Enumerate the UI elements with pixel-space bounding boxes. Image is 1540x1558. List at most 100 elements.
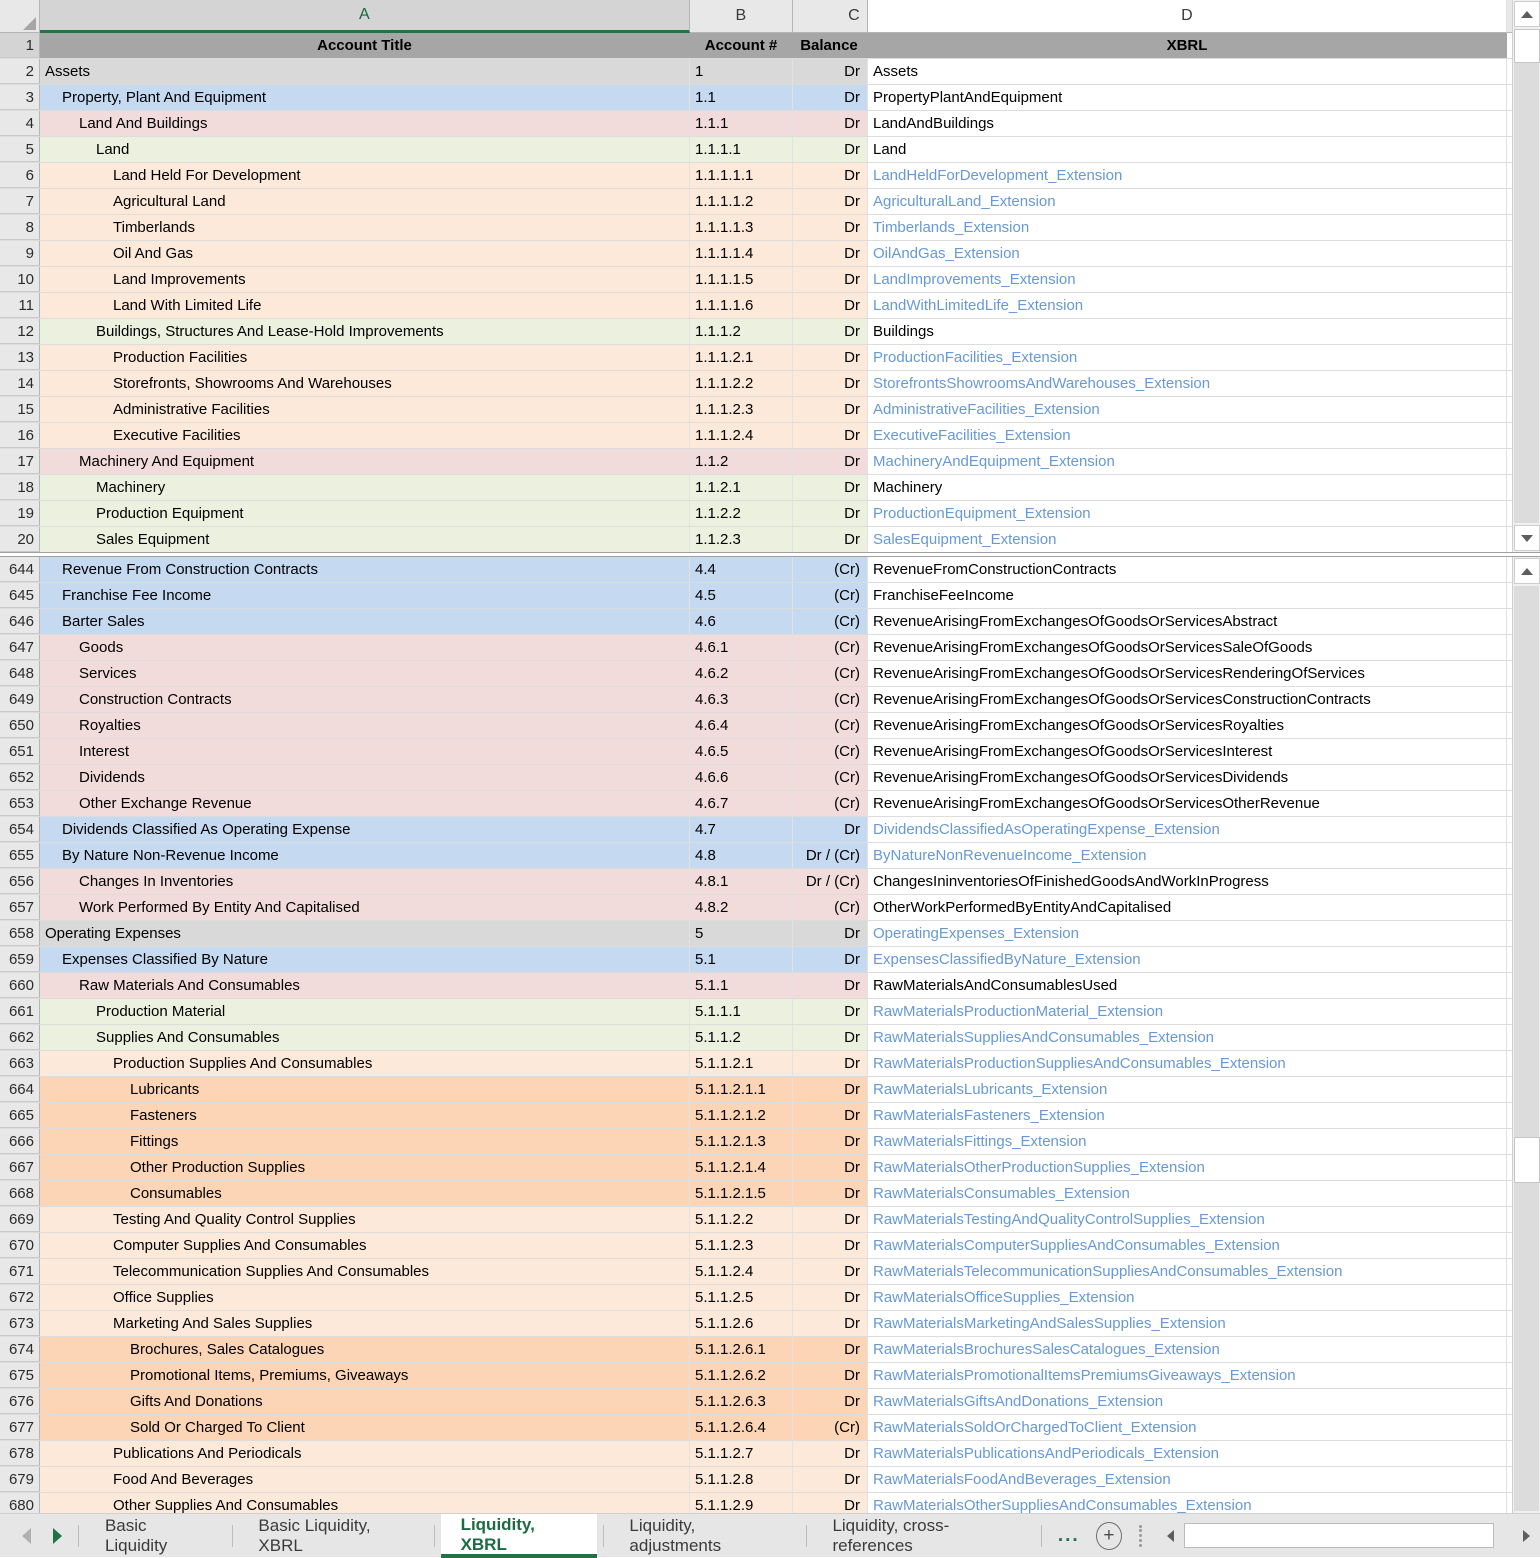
table-row[interactable]: 647 Goods 4.6.1 (Cr) RevenueArisingFromExcha… bbox=[0, 635, 1540, 661]
row-header[interactable]: 676 bbox=[0, 1389, 40, 1414]
cell-account-title[interactable]: Interest bbox=[40, 739, 690, 764]
cell-account-title[interactable]: Land Improvements bbox=[40, 267, 690, 292]
cell-account-title[interactable]: Assets bbox=[40, 59, 690, 84]
cell-account-number[interactable]: 1.1.2.1 bbox=[690, 475, 793, 500]
cell-account-title[interactable]: Production Material bbox=[40, 999, 690, 1024]
row-header[interactable]: 11 bbox=[0, 293, 40, 318]
row-header[interactable]: 661 bbox=[0, 999, 40, 1024]
table-row[interactable]: 673 Marketing And Sales Supplies 5.1.1.2.6… bbox=[0, 1311, 1540, 1337]
table-row[interactable]: 677 Sold Or Charged To Client 5.1.1.2.6.4(… bbox=[0, 1415, 1540, 1441]
cell-xbrl[interactable]: ProductionFacilities_Extension bbox=[868, 345, 1507, 370]
cell-balance[interactable]: Dr bbox=[793, 1389, 868, 1414]
cell-account-title[interactable]: Oil And Gas bbox=[40, 241, 690, 266]
cell-balance[interactable]: Dr bbox=[793, 189, 868, 214]
cell-balance[interactable]: Dr bbox=[793, 921, 868, 946]
cell-account-number[interactable]: 5.1.1.2.6.3 bbox=[690, 1389, 793, 1414]
cell-balance[interactable]: Dr bbox=[793, 973, 868, 998]
scroll-up-button-top[interactable] bbox=[1514, 1, 1540, 27]
cell-account-number[interactable]: 4.6.3 bbox=[690, 687, 793, 712]
cell-xbrl[interactable]: RawMaterialsFoodAndBeverages_Extension bbox=[868, 1467, 1507, 1492]
scroll-track-bottom[interactable] bbox=[1514, 586, 1539, 1511]
cell-balance[interactable]: Dr bbox=[793, 449, 868, 474]
cell-balance[interactable]: Dr bbox=[793, 319, 868, 344]
row-header[interactable]: 671 bbox=[0, 1259, 40, 1284]
row-header[interactable]: 7 bbox=[0, 189, 40, 214]
cell-account-title[interactable]: Executive Facilities bbox=[40, 423, 690, 448]
cell-account-title[interactable]: Dividends bbox=[40, 765, 690, 790]
cell-account-title[interactable]: Expenses Classified By Nature bbox=[40, 947, 690, 972]
cell-xbrl[interactable]: RevenueArisingFromExchangesOfGoodsOrServ… bbox=[868, 739, 1507, 764]
cell-balance[interactable]: (Cr) bbox=[793, 557, 868, 582]
cell-account-title[interactable]: Telecommunication Supplies And Consumabl… bbox=[40, 1259, 690, 1284]
cell-balance[interactable]: Dr bbox=[793, 1311, 868, 1336]
cell-account-number[interactable]: 4.6.5 bbox=[690, 739, 793, 764]
row-header[interactable]: 656 bbox=[0, 869, 40, 894]
cell-xbrl[interactable]: RawMaterialsGiftsAndDonations_Extension bbox=[868, 1389, 1507, 1414]
row-header[interactable]: 16 bbox=[0, 423, 40, 448]
cell-xbrl[interactable]: LandImprovements_Extension bbox=[868, 267, 1507, 292]
table-row[interactable]: 644 Revenue From Construction Contracts 4.… bbox=[0, 557, 1540, 583]
table-row[interactable]: 4 Land And Buildings 1.1.1 Dr LandAndBuildin… bbox=[0, 111, 1540, 137]
table-row[interactable]: 12 Buildings, Structures And Lease-Hold I… bbox=[0, 319, 1540, 345]
cell-balance[interactable]: Dr bbox=[793, 293, 868, 318]
cell-xbrl[interactable]: ExecutiveFacilities_Extension bbox=[868, 423, 1507, 448]
table-row[interactable]: 672 Office Supplies 5.1.1.2.5 Dr RawMaterial… bbox=[0, 1285, 1540, 1311]
row-header[interactable]: 655 bbox=[0, 843, 40, 868]
sheet-tab-liquidity-adjustments[interactable]: Liquidity, adjustments bbox=[609, 1514, 799, 1558]
horizontal-scroll-thumb[interactable] bbox=[1183, 1523, 1494, 1548]
scroll-left-button[interactable] bbox=[1157, 1522, 1184, 1549]
row-header[interactable]: 662 bbox=[0, 1025, 40, 1050]
cell-account-title[interactable]: Machinery bbox=[40, 475, 690, 500]
table-row[interactable]: 669 Testing And Quality Control Supplies 5… bbox=[0, 1207, 1540, 1233]
cell-xbrl[interactable]: Machinery bbox=[868, 475, 1507, 500]
cell-balance[interactable]: Dr bbox=[793, 475, 868, 500]
cell-balance[interactable]: Dr / (Cr) bbox=[793, 869, 868, 894]
column-header-a[interactable]: A bbox=[40, 0, 690, 33]
select-all-corner[interactable] bbox=[0, 0, 40, 33]
cell-balance[interactable]: Dr bbox=[793, 501, 868, 526]
table-row[interactable]: 664 Lubricants 5.1.1.2.1.1 Dr RawMaterialsLu… bbox=[0, 1077, 1540, 1103]
cell-account-title[interactable]: Revenue From Construction Contracts bbox=[40, 557, 690, 582]
cell-xbrl[interactable]: OperatingExpenses_Extension bbox=[868, 921, 1507, 946]
scroll-right-button[interactable] bbox=[1513, 1522, 1540, 1549]
cell-account-number[interactable]: 1.1.2 bbox=[690, 449, 793, 474]
row-header[interactable]: 6 bbox=[0, 163, 40, 188]
cell-xbrl[interactable]: RevenueArisingFromExchangesOfGoodsOrServ… bbox=[868, 661, 1507, 686]
cell-xbrl[interactable]: RevenueArisingFromExchangesOfGoodsOrServ… bbox=[868, 765, 1507, 790]
table-row[interactable]: 678 Publications And Periodicals 5.1.1.2.7… bbox=[0, 1441, 1540, 1467]
cell-account-number[interactable]: 5.1.1.2.1.2 bbox=[690, 1103, 793, 1128]
column-header-d[interactable]: D bbox=[868, 0, 1507, 33]
cell-balance[interactable]: Dr bbox=[793, 85, 868, 110]
cell-xbrl[interactable]: RawMaterialsProductionMaterial_Extension bbox=[868, 999, 1507, 1024]
cell-xbrl[interactable]: LandWithLimitedLife_Extension bbox=[868, 293, 1507, 318]
table-row[interactable]: 661 Production Material 5.1.1.1 Dr RawMateri… bbox=[0, 999, 1540, 1025]
cell-account-number[interactable]: 5.1.1.2.1.1 bbox=[690, 1077, 793, 1102]
cell-account-number[interactable]: 5.1.1.2.7 bbox=[690, 1441, 793, 1466]
cell-balance[interactable]: (Cr) bbox=[793, 739, 868, 764]
table-row[interactable]: 663 Production Supplies And Consumables 5.… bbox=[0, 1051, 1540, 1077]
add-sheet-button[interactable]: + bbox=[1095, 1521, 1123, 1550]
cell-xbrl[interactable]: SalesEquipment_Extension bbox=[868, 527, 1507, 552]
vertical-scrollbar-top-pane[interactable] bbox=[1512, 0, 1540, 552]
cell-xbrl[interactable]: ChangesIninventoriesOfFinishedGoodsAndWo… bbox=[868, 869, 1507, 894]
cell-account-number[interactable]: 1.1.1.1.5 bbox=[690, 267, 793, 292]
table-row[interactable]: 8 Timberlands 1.1.1.1.3 Dr Timberlands_Exten… bbox=[0, 215, 1540, 241]
cell-account-number[interactable]: 1.1.2.3 bbox=[690, 527, 793, 552]
cell-account-number[interactable]: 1.1.1.2.3 bbox=[690, 397, 793, 422]
cell-account-title[interactable]: Production Equipment bbox=[40, 501, 690, 526]
cell-account-title[interactable]: Land And Buildings bbox=[40, 111, 690, 136]
table-row[interactable]: 670 Computer Supplies And Consumables 5.1.… bbox=[0, 1233, 1540, 1259]
row-header[interactable]: 5 bbox=[0, 137, 40, 162]
cell-xbrl[interactable]: RevenueArisingFromExchangesOfGoodsOrServ… bbox=[868, 687, 1507, 712]
cell-balance[interactable]: Dr bbox=[793, 163, 868, 188]
row-header[interactable]: 669 bbox=[0, 1207, 40, 1232]
table-row[interactable]: 656 Changes In Inventories 4.8.1 Dr / (Cr) C… bbox=[0, 869, 1540, 895]
horizontal-scroll-track[interactable] bbox=[1183, 1523, 1514, 1548]
row-header[interactable]: 678 bbox=[0, 1441, 40, 1466]
cell-account-number[interactable]: 5.1 bbox=[690, 947, 793, 972]
cell-balance[interactable]: Dr bbox=[793, 817, 868, 842]
cell-account-title[interactable]: Food And Beverages bbox=[40, 1467, 690, 1492]
cell-account-number[interactable]: 1 bbox=[690, 59, 793, 84]
horizontal-scrollbar[interactable] bbox=[1157, 1522, 1540, 1549]
row-header[interactable]: 2 bbox=[0, 59, 40, 84]
